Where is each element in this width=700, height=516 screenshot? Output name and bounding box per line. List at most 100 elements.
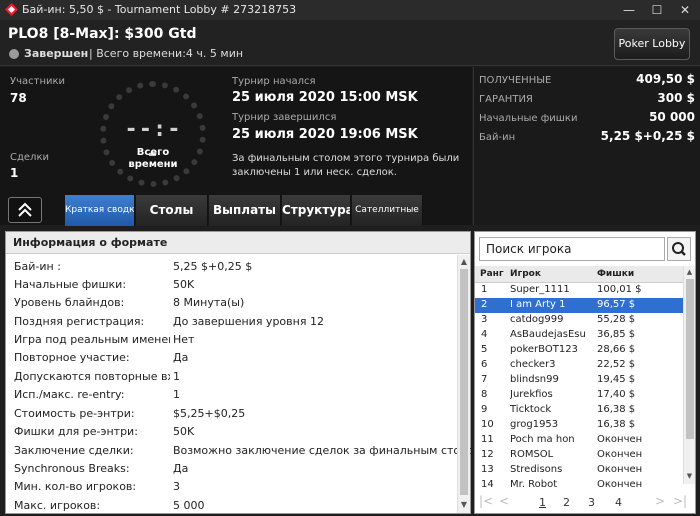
- prev-page-icon[interactable]: <: [499, 494, 509, 508]
- player-rank: 10: [481, 419, 494, 430]
- maximize-button[interactable]: ☐: [644, 0, 670, 20]
- pagination: |< < 1 2 3 4 > >|: [475, 494, 695, 512]
- tournament-lobby-window: Бай-ин: 5,50 $ - Tournament Lobby # 2732…: [0, 0, 700, 516]
- table-row[interactable]: 6 checker3 22,52 $: [475, 358, 683, 373]
- player-rank: 12: [481, 449, 494, 460]
- finish-label: Турнир завершился: [232, 112, 337, 123]
- player-chips: 16,38 $: [597, 404, 636, 415]
- scroll-up-icon[interactable]: ▲: [458, 256, 470, 268]
- table-row[interactable]: 5 pokerBOT123 28,66 $: [475, 343, 683, 358]
- players-scrollbar[interactable]: ▲ ▼: [683, 266, 695, 484]
- table-row[interactable]: 10 grog1953 16,38 $: [475, 418, 683, 433]
- summary-label: ПОЛУЧЕННЫЕ: [479, 75, 552, 86]
- player-name: Super_1111: [510, 284, 570, 295]
- player-name: Stredisons: [510, 464, 563, 475]
- start-value: 25 июля 2020 15:00 MSK: [232, 90, 418, 105]
- table-row[interactable]: 7 blindsn99 19,45 $: [475, 373, 683, 388]
- table-row[interactable]: 4 AsBaudejasEsu 36,85 $: [475, 328, 683, 343]
- table-row[interactable]: 13 Stredisons Окончен: [475, 463, 683, 478]
- summary-row: Начальные фишки 50 000: [479, 110, 695, 128]
- table-row-selected[interactable]: 2 I am Arty 1 96,57 $: [475, 298, 683, 313]
- summary-value: 300 $: [657, 91, 695, 105]
- table-row[interactable]: 1 Super_1111 100,01 $: [475, 283, 683, 298]
- status-dot-icon: [9, 49, 19, 59]
- minimize-button[interactable]: —: [616, 0, 642, 20]
- format-key: Игра под реальным именем: [14, 333, 170, 346]
- player-rank: 9: [481, 404, 488, 415]
- tab-tables[interactable]: Столы: [136, 195, 208, 226]
- summary-row: ГАРАНТИЯ 300 $: [479, 91, 695, 109]
- player-chips: 36,85 $: [597, 329, 636, 340]
- close-button[interactable]: ✕: [672, 0, 698, 20]
- column-chips[interactable]: Фишки: [597, 269, 634, 279]
- player-rank: 1: [481, 284, 488, 295]
- tab-summary[interactable]: Краткая сводка: [65, 195, 135, 226]
- start-label: Турнир начался: [232, 76, 316, 87]
- poker-lobby-button[interactable]: Poker Lobby: [614, 28, 690, 60]
- summary-label: ГАРАНТИЯ: [479, 94, 533, 105]
- prize-summary: ПОЛУЧЕННЫЕ 409,50 $ ГАРАНТИЯ 300 $ Начал…: [473, 67, 700, 225]
- scroll-down-icon[interactable]: ▼: [458, 499, 470, 511]
- search-button[interactable]: [667, 237, 691, 261]
- table-row[interactable]: 8 Jurekfios 17,40 $: [475, 388, 683, 403]
- player-name: I am Arty 1: [510, 299, 566, 310]
- tournament-header: PLO8 [8-Max]: $300 Gtd Завершен | Всего …: [0, 20, 700, 66]
- window-title: Бай-ин: 5,50 $ - Tournament Lobby # 2732…: [22, 3, 297, 16]
- scroll-thumb[interactable]: [460, 269, 468, 495]
- player-name: Jurekfios: [510, 389, 553, 400]
- clock-label-line1: Всего: [136, 147, 170, 158]
- format-key: Фишки для ре-энтри:: [14, 425, 138, 438]
- player-chips: 100,01 $: [597, 284, 642, 295]
- player-rank: 2: [481, 299, 488, 310]
- player-chips: Окончен: [597, 464, 643, 475]
- format-row: Исп./макс. re-entry: 1: [6, 386, 458, 404]
- player-chips: 19,45 $: [597, 374, 636, 385]
- table-row[interactable]: 14 Mr. Robot Окончен: [475, 478, 683, 493]
- first-page-icon[interactable]: |<: [479, 494, 493, 508]
- scroll-thumb[interactable]: [686, 279, 694, 439]
- format-key: Бай-ин :: [14, 260, 61, 273]
- summary-value: 409,50 $: [636, 72, 695, 86]
- player-name: grog1953: [510, 419, 559, 430]
- column-player[interactable]: Игрок: [510, 269, 541, 279]
- format-key: Synchronous Breaks:: [14, 462, 130, 475]
- player-chips: 28,66 $: [597, 344, 636, 355]
- page-1[interactable]: 1: [539, 496, 546, 509]
- format-scrollbar[interactable]: ▲ ▼: [457, 255, 470, 513]
- player-rank: 13: [481, 464, 494, 475]
- scroll-down-icon[interactable]: ▼: [684, 471, 695, 482]
- page-2[interactable]: 2: [563, 496, 570, 509]
- format-value: 5,25 $+0,25 $: [173, 260, 253, 273]
- format-row: Макс. игроков: 5 000: [6, 497, 458, 515]
- player-chips: 96,57 $: [597, 299, 636, 310]
- page-3[interactable]: 3: [588, 496, 595, 509]
- table-row[interactable]: 11 Poch ma hon Окончен: [475, 433, 683, 448]
- next-page-icon[interactable]: >: [655, 494, 665, 508]
- format-row: Игра под реальным именем Нет: [6, 331, 458, 349]
- scroll-up-icon[interactable]: ▲: [684, 267, 695, 278]
- pokerstars-logo-icon: [5, 3, 18, 16]
- tab-structure[interactable]: Структура: [282, 195, 351, 226]
- tab-satellites[interactable]: Сателлитные: [352, 195, 423, 226]
- format-row: Заключение сделки: Возможно заключение сд…: [6, 442, 486, 460]
- format-key: Поздняя регистрация:: [14, 315, 145, 328]
- player-chips: 17,40 $: [597, 389, 636, 400]
- table-row[interactable]: 3 catdog999 55,28 $: [475, 313, 683, 328]
- format-value: 8 Минута(ы): [173, 296, 245, 309]
- column-rank[interactable]: Ранг: [480, 269, 504, 279]
- collapse-button[interactable]: [8, 197, 42, 223]
- last-page-icon[interactable]: >|: [673, 494, 687, 508]
- format-row: Synchronous Breaks: Да: [6, 460, 458, 478]
- format-value: 3: [173, 480, 180, 493]
- table-row[interactable]: 12 ROMSOL Окончен: [475, 448, 683, 463]
- player-name: AsBaudejasEsu: [510, 329, 586, 340]
- player-chips: 55,28 $: [597, 314, 636, 325]
- page-4[interactable]: 4: [615, 496, 622, 509]
- format-row: Фишки для ре-энтри: 50K: [6, 423, 458, 441]
- total-time: | Всего времени:4 ч. 5 мин: [89, 47, 244, 60]
- table-row[interactable]: 9 Ticktock 16,38 $: [475, 403, 683, 418]
- player-name: Poch ma hon: [510, 434, 575, 445]
- player-search-input[interactable]: Поиск игрока: [479, 237, 665, 261]
- tab-payouts[interactable]: Выплаты: [209, 195, 281, 226]
- deals-value: 1: [10, 166, 19, 180]
